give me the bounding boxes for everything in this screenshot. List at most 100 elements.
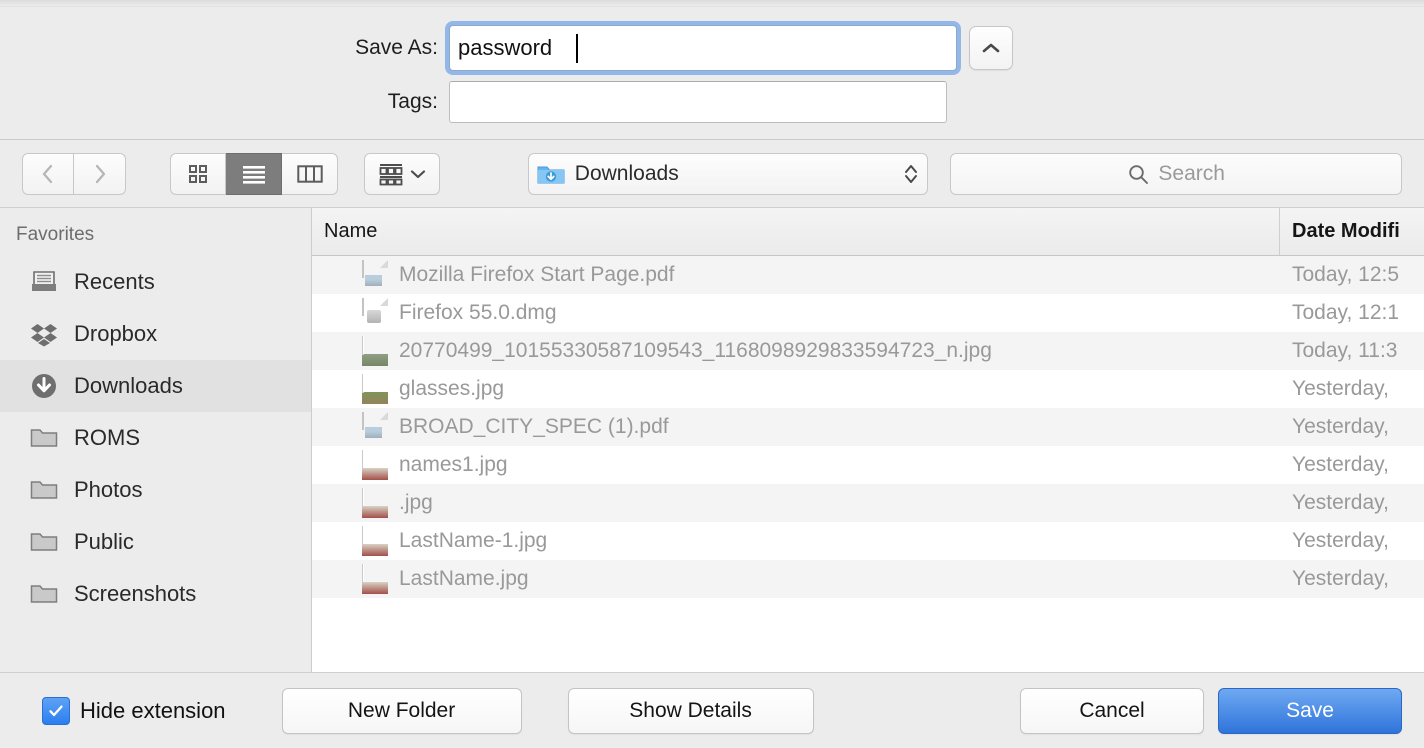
hide-extension-checkbox[interactable]: Hide extension xyxy=(42,696,226,725)
table-row[interactable]: names1.jpg Yesterday, xyxy=(312,446,1424,484)
downloads-circle-icon xyxy=(30,372,64,400)
sidebar-item-downloads[interactable]: Downloads xyxy=(0,360,311,412)
window-top-edge xyxy=(0,0,1424,7)
image-thumbnail-icon xyxy=(362,374,388,404)
file-date-cell: Yesterday, xyxy=(1292,415,1389,438)
file-name: LastName-1.jpg xyxy=(399,529,548,552)
finder-toolbar: Downloads Search xyxy=(0,140,1424,208)
navigation-buttons xyxy=(22,152,126,195)
file-name-cell: Mozilla Firefox Start Page.pdf xyxy=(312,260,1280,290)
downloads-folder-icon xyxy=(537,166,565,183)
file-name-cell: 20770499_10155330587109543_1168098929833… xyxy=(312,336,1280,366)
table-row[interactable]: .jpg Yesterday, xyxy=(312,484,1424,522)
file-list-column-headers: Name Date Modifi xyxy=(312,208,1424,256)
file-date-cell: Yesterday, xyxy=(1292,529,1389,552)
view-as-list-button[interactable] xyxy=(226,152,282,195)
search-field[interactable]: Search xyxy=(950,152,1402,195)
dropbox-icon xyxy=(30,321,64,347)
file-name-cell: .jpg xyxy=(312,488,1280,518)
sidebar-item-label: Recents xyxy=(74,269,155,294)
new-folder-button[interactable]: New Folder xyxy=(281,687,522,734)
file-name: glasses.jpg xyxy=(399,377,505,400)
table-row[interactable]: Firefox 55.0.dmg Today, 12:1 xyxy=(312,294,1424,332)
save-dialog: Save As: Tags: xyxy=(0,0,1424,748)
sidebar-item-recents[interactable]: Recents xyxy=(0,256,311,308)
view-as-icons-button[interactable] xyxy=(170,152,226,195)
sidebar-item-label: Photos xyxy=(74,477,143,502)
file-date-cell: Yesterday, xyxy=(1292,377,1389,400)
column-view-icon xyxy=(296,164,323,183)
image-thumbnail-icon xyxy=(362,488,388,518)
show-details-button[interactable]: Show Details xyxy=(567,687,814,734)
file-name: Mozilla Firefox Start Page.pdf xyxy=(399,263,675,286)
sidebar-item-public[interactable]: Public xyxy=(0,516,311,568)
search-icon xyxy=(1129,164,1149,184)
save-as-field-wrapper[interactable] xyxy=(449,25,957,71)
back-button[interactable] xyxy=(22,152,74,195)
tags-input[interactable] xyxy=(449,81,947,123)
sidebar-item-label: Downloads xyxy=(74,373,183,398)
file-name-cell: Firefox 55.0.dmg xyxy=(312,298,1280,328)
sidebar-item-label: Public xyxy=(74,529,134,554)
text-caret xyxy=(576,34,578,63)
view-as-columns-button[interactable] xyxy=(282,152,338,195)
cancel-button[interactable]: Cancel xyxy=(1020,687,1204,734)
save-as-input[interactable] xyxy=(450,26,956,70)
browser-body: Favorites Recents Dropbox Downloads ROMS… xyxy=(0,208,1424,672)
name-fields-section: Save As: Tags: xyxy=(0,7,1424,140)
dialog-bottom-bar: Hide extension New Folder Show Details C… xyxy=(0,672,1424,748)
table-row[interactable]: 20770499_10155330587109543_1168098929833… xyxy=(312,332,1424,370)
arrange-items-button[interactable] xyxy=(364,152,440,195)
file-name: Firefox 55.0.dmg xyxy=(399,301,557,324)
file-date-cell: Yesterday, xyxy=(1292,567,1389,590)
sidebar-item-label: Screenshots xyxy=(74,581,197,606)
file-name-cell: BROAD_CITY_SPEC (1).pdf xyxy=(312,412,1280,442)
pdf-file-icon xyxy=(362,260,388,290)
sidebar: Favorites Recents Dropbox Downloads ROMS… xyxy=(0,208,312,672)
pdf-file-icon xyxy=(362,412,388,442)
list-view-icon xyxy=(242,165,265,184)
current-folder-label: Downloads xyxy=(574,161,679,185)
file-name-cell: names1.jpg xyxy=(312,450,1280,480)
collapse-dialog-button[interactable] xyxy=(969,26,1013,70)
column-header-date-modified[interactable]: Date Modifi xyxy=(1280,208,1424,255)
sidebar-item-label: ROMS xyxy=(74,425,140,450)
folder-icon xyxy=(30,530,64,554)
table-row[interactable]: LastName.jpg Yesterday, xyxy=(312,560,1424,598)
file-name-cell: glasses.jpg xyxy=(312,374,1280,404)
file-date-cell: Yesterday, xyxy=(1292,491,1389,514)
sidebar-item-photos[interactable]: Photos xyxy=(0,464,311,516)
table-row[interactable]: glasses.jpg Yesterday, xyxy=(312,370,1424,408)
sidebar-item-screenshots[interactable]: Screenshots xyxy=(0,568,311,620)
table-row[interactable]: Mozilla Firefox Start Page.pdf Today, 12… xyxy=(312,256,1424,294)
image-thumbnail-icon xyxy=(362,526,388,556)
grid-view-icon xyxy=(189,164,207,183)
sidebar-item-roms[interactable]: ROMS xyxy=(0,412,311,464)
current-folder-popup-button[interactable]: Downloads xyxy=(527,152,929,195)
forward-button[interactable] xyxy=(74,152,126,195)
table-row[interactable]: LastName-1.jpg Yesterday, xyxy=(312,522,1424,560)
tags-row: Tags: xyxy=(0,81,1424,123)
checkmark-icon xyxy=(49,704,63,716)
chevron-up-icon xyxy=(982,43,1000,53)
save-button[interactable]: Save xyxy=(1218,687,1402,734)
image-thumbnail-icon xyxy=(362,450,388,480)
up-down-stepper-icon[interactable] xyxy=(903,161,919,187)
file-date-cell: Today, 11:3 xyxy=(1292,339,1398,362)
search-placeholder: Search xyxy=(1158,161,1225,185)
file-name: 20770499_10155330587109543_1168098929833… xyxy=(399,339,992,362)
file-date-cell: Yesterday, xyxy=(1292,453,1389,476)
sidebar-item-dropbox[interactable]: Dropbox xyxy=(0,308,311,360)
chevron-left-icon xyxy=(42,164,53,183)
save-as-row: Save As: xyxy=(0,25,1424,71)
file-name: .jpg xyxy=(399,491,433,514)
tags-label: Tags: xyxy=(387,90,438,113)
file-name: LastName.jpg xyxy=(399,567,529,590)
hide-extension-label: Hide extension xyxy=(80,697,226,723)
column-header-name[interactable]: Name xyxy=(312,208,1280,255)
sidebar-section-favorites: Favorites xyxy=(16,224,95,245)
folder-icon xyxy=(30,426,64,450)
image-thumbnail-icon xyxy=(362,564,388,594)
table-row[interactable]: BROAD_CITY_SPEC (1).pdf Yesterday, xyxy=(312,408,1424,446)
save-as-label: Save As: xyxy=(355,36,438,59)
